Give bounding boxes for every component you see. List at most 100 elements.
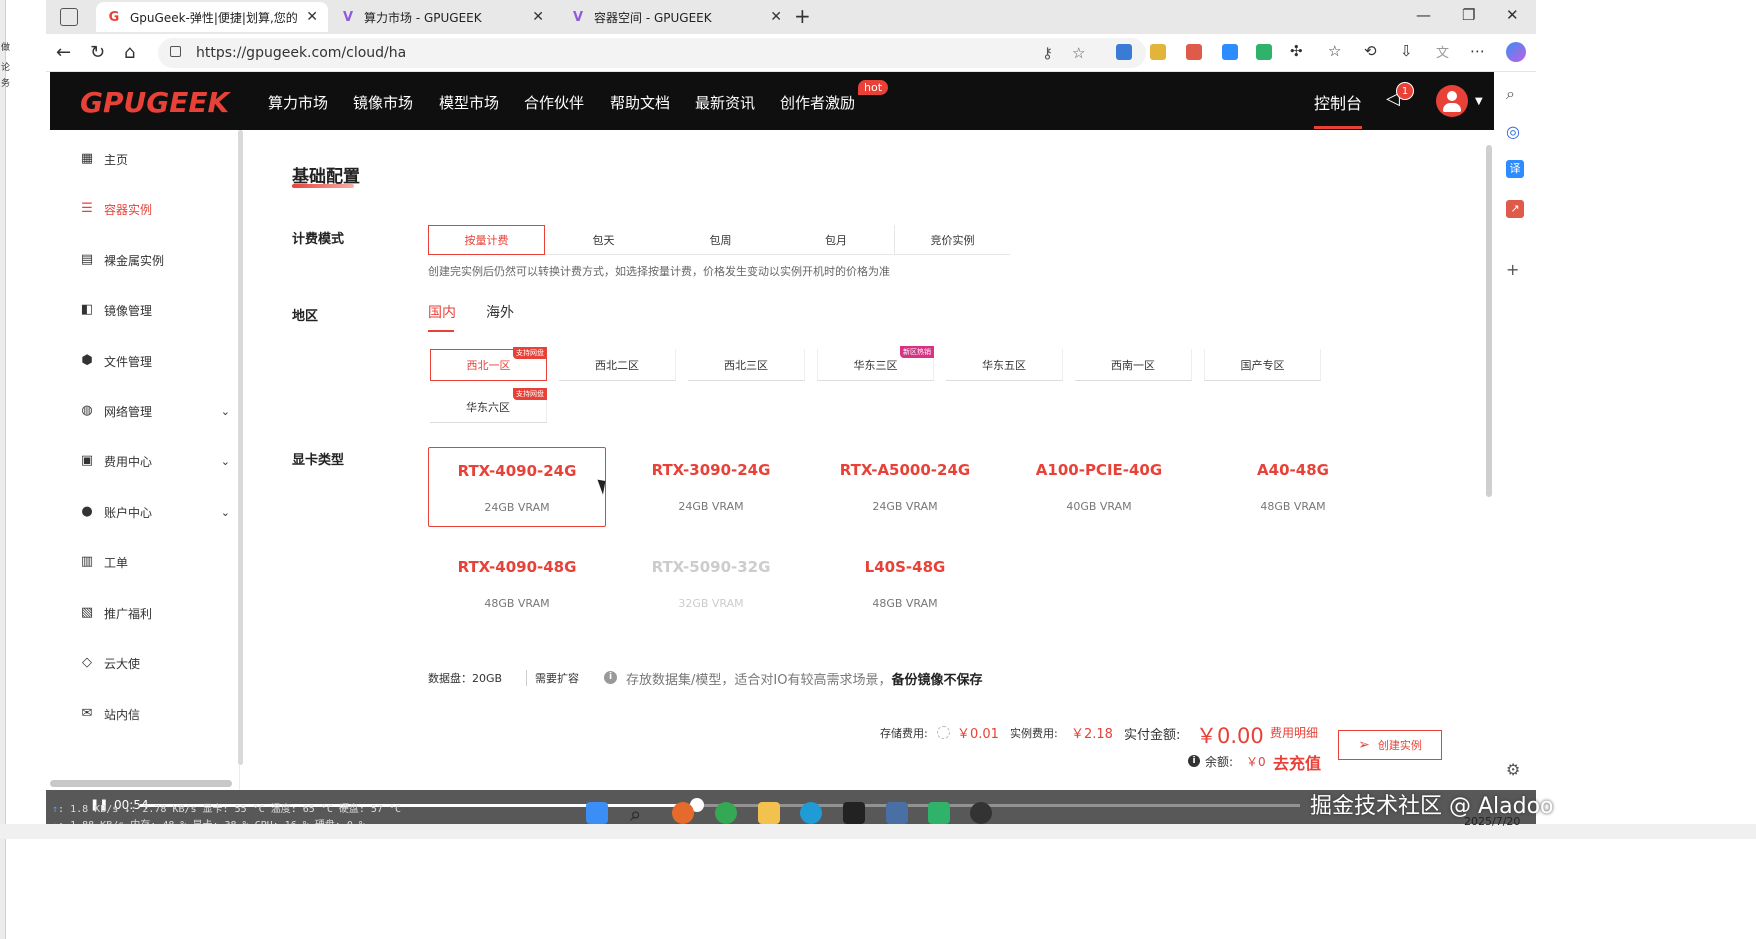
sidebar-item-tickets[interactable]: ▥ 工单 (80, 551, 230, 573)
minimize-icon[interactable]: — (1416, 6, 1431, 24)
new-tab-icon[interactable]: + (794, 4, 811, 28)
extension-icon[interactable] (1222, 44, 1238, 60)
notepad-icon[interactable] (886, 802, 908, 824)
taskbar-search-icon[interactable]: ⌕ (630, 802, 652, 826)
tab-actions-icon[interactable] (60, 8, 78, 26)
extensions-puzzle-icon[interactable]: ✣ (1290, 42, 1303, 60)
gpu-card[interactable]: A100-PCIE-40G 40GB VRAM (1010, 447, 1188, 527)
copilot-icon[interactable] (1506, 42, 1526, 62)
windows-start-icon[interactable] (586, 802, 608, 824)
browser-tab-gpugeek-home[interactable]: G GpuGeek-弹性|便捷|划算,您的专属 ✕ (96, 2, 328, 32)
sidebar-scrollbar[interactable] (238, 130, 243, 765)
sidebar-item-file-management[interactable]: ⬢ 文件管理 (80, 350, 230, 372)
region-option[interactable]: 华东三区 新区热销 (817, 346, 934, 381)
chart-app-icon[interactable]: ↗ (1506, 200, 1524, 218)
history-icon[interactable]: ⟲ (1364, 42, 1377, 60)
chevron-down-icon[interactable]: ▼ (1475, 96, 1483, 107)
gpugeek-logo[interactable]: GPUGEEK (80, 86, 229, 119)
billing-option-weekly[interactable]: 包周 (662, 225, 779, 255)
search-icon[interactable]: ⌕ (1506, 84, 1515, 104)
close-tab-icon[interactable]: ✕ (532, 9, 544, 25)
mail-icon: ✉ (81, 706, 93, 721)
fee-detail-link[interactable]: 费用明细 (1270, 724, 1318, 741)
restore-icon[interactable]: ❐ (1462, 6, 1475, 24)
address-bar[interactable]: https://gpugeek.com/cloud/ha ⚷ ☆ (158, 38, 1146, 68)
extension-icon[interactable] (1116, 44, 1132, 60)
recharge-link[interactable]: 去充值 (1273, 750, 1321, 774)
sidebar-item-bare-metal[interactable]: ▤ 裸金属实例 (80, 249, 230, 271)
sidebar-item-network[interactable]: ◍ 网络管理 ⌄ (80, 400, 230, 422)
extension-icon[interactable] (1150, 44, 1166, 60)
close-tab-icon[interactable]: ✕ (306, 9, 318, 25)
horizontal-scrollbar[interactable] (50, 780, 232, 787)
favorite-star-icon[interactable]: ☆ (1072, 44, 1085, 62)
home-icon[interactable]: ⌂ (124, 42, 135, 63)
sidebar-item-account[interactable]: ● 账户中心 ⌄ (80, 501, 230, 523)
region-option[interactable]: 西北一区 支持网盘 (430, 347, 547, 381)
reload-icon[interactable]: ↻ (90, 42, 105, 63)
gpu-card[interactable]: RTX-4090-24G 24GB VRAM (428, 447, 606, 527)
translate-side-icon[interactable]: 译 (1506, 160, 1524, 178)
webstorm-icon[interactable] (843, 802, 865, 824)
region-tab-domestic[interactable]: 国内 (428, 302, 456, 322)
extension-icon[interactable] (1256, 44, 1272, 60)
region-option[interactable]: 西北三区 (688, 349, 805, 381)
sidebar-item-billing[interactable]: ▣ 费用中心 ⌄ (80, 450, 230, 472)
close-window-icon[interactable]: ✕ (1506, 6, 1519, 24)
nav-model-market[interactable]: 模型市场 (439, 92, 499, 113)
user-avatar[interactable] (1436, 85, 1468, 117)
orbit-icon[interactable]: ◎ (1506, 122, 1520, 141)
site-header: GPUGEEK 算力市场 镜像市场 模型市场 合作伙伴 帮助文档 最新资讯 创作… (50, 72, 1494, 130)
chrome-icon[interactable] (715, 802, 737, 824)
sidebar-item-container-instances[interactable]: ☰ 容器实例 (80, 198, 230, 220)
more-icon[interactable]: ⋯ (1470, 42, 1485, 60)
expand-disk-link[interactable]: 需要扩容 (526, 670, 579, 686)
region-option[interactable]: 国产专区 (1204, 349, 1321, 381)
region-tab-overseas[interactable]: 海外 (486, 302, 514, 322)
region-option[interactable]: 华东六区 支持网盘 (430, 388, 547, 423)
gpu-card[interactable]: RTX-3090-24G 24GB VRAM (622, 447, 800, 527)
recorder-icon[interactable] (970, 802, 992, 824)
region-option[interactable]: 西北二区 (559, 349, 676, 381)
sidebar-item-ambassador[interactable]: ◇ 云大使 (80, 652, 230, 674)
favorites-icon[interactable]: ☆ (1328, 42, 1341, 60)
gpu-card[interactable]: L40S-48G 48GB VRAM (816, 544, 994, 624)
content-scrollbar[interactable] (1486, 145, 1492, 497)
region-option[interactable]: 西南一区 (1075, 349, 1192, 381)
gpu-card[interactable]: RTX-A5000-24G 24GB VRAM (816, 447, 994, 527)
billing-option-monthly[interactable]: 包月 (779, 225, 893, 255)
extension-icon[interactable] (1186, 44, 1202, 60)
settings-gear-icon[interactable]: ⚙ (1506, 760, 1520, 779)
billing-option-spot[interactable]: 竞价实例 (894, 225, 1010, 255)
nav-image-market[interactable]: 镜像市场 (353, 92, 413, 113)
translate-icon[interactable]: 文 (1436, 42, 1449, 61)
nav-compute-market[interactable]: 算力市场 (268, 92, 328, 113)
billing-option-daily[interactable]: 包天 (545, 225, 662, 255)
download-icon[interactable]: ⇩ (1400, 42, 1413, 60)
nav-help-docs[interactable]: 帮助文档 (610, 92, 670, 113)
sidebar-item-home[interactable]: ▦ 主页 (80, 148, 230, 170)
browser-tab-container[interactable]: V 容器空间 - GPUGEEK ✕ (560, 2, 792, 32)
sidebar-item-messages[interactable]: ✉ 站内信 (80, 703, 230, 725)
nav-partners[interactable]: 合作伙伴 (524, 92, 584, 113)
back-icon[interactable]: ← (56, 42, 71, 63)
edge-icon[interactable] (800, 802, 822, 824)
wechat-icon[interactable] (928, 802, 950, 824)
close-tab-icon[interactable]: ✕ (770, 9, 782, 25)
nav-creator-incentive[interactable]: 创作者激励 (780, 92, 855, 113)
sidebar-item-image-management[interactable]: ◧ 镜像管理 (80, 299, 230, 321)
console-link[interactable]: 控制台 (1314, 90, 1362, 114)
region-option[interactable]: 华东五区 (946, 349, 1063, 381)
gpu-card[interactable]: RTX-4090-48G 48GB VRAM (428, 544, 606, 624)
billing-option-pay-as-you-go[interactable]: 按量计费 (428, 225, 545, 255)
add-icon[interactable]: + (1506, 260, 1519, 279)
user-icon: ● (81, 504, 93, 519)
firefox-icon[interactable] (672, 802, 694, 824)
nav-news[interactable]: 最新资讯 (695, 92, 755, 113)
key-icon[interactable]: ⚷ (1042, 44, 1053, 62)
browser-tab-market[interactable]: V 算力市场 - GPUGEEK ✕ (330, 2, 554, 32)
sidebar-item-promotion[interactable]: ▧ 推广福利 (80, 602, 230, 624)
file-explorer-icon[interactable] (758, 802, 780, 824)
create-instance-button[interactable]: ➢ 创建实例 (1338, 730, 1442, 760)
gpu-card[interactable]: A40-48G 48GB VRAM (1204, 447, 1382, 527)
